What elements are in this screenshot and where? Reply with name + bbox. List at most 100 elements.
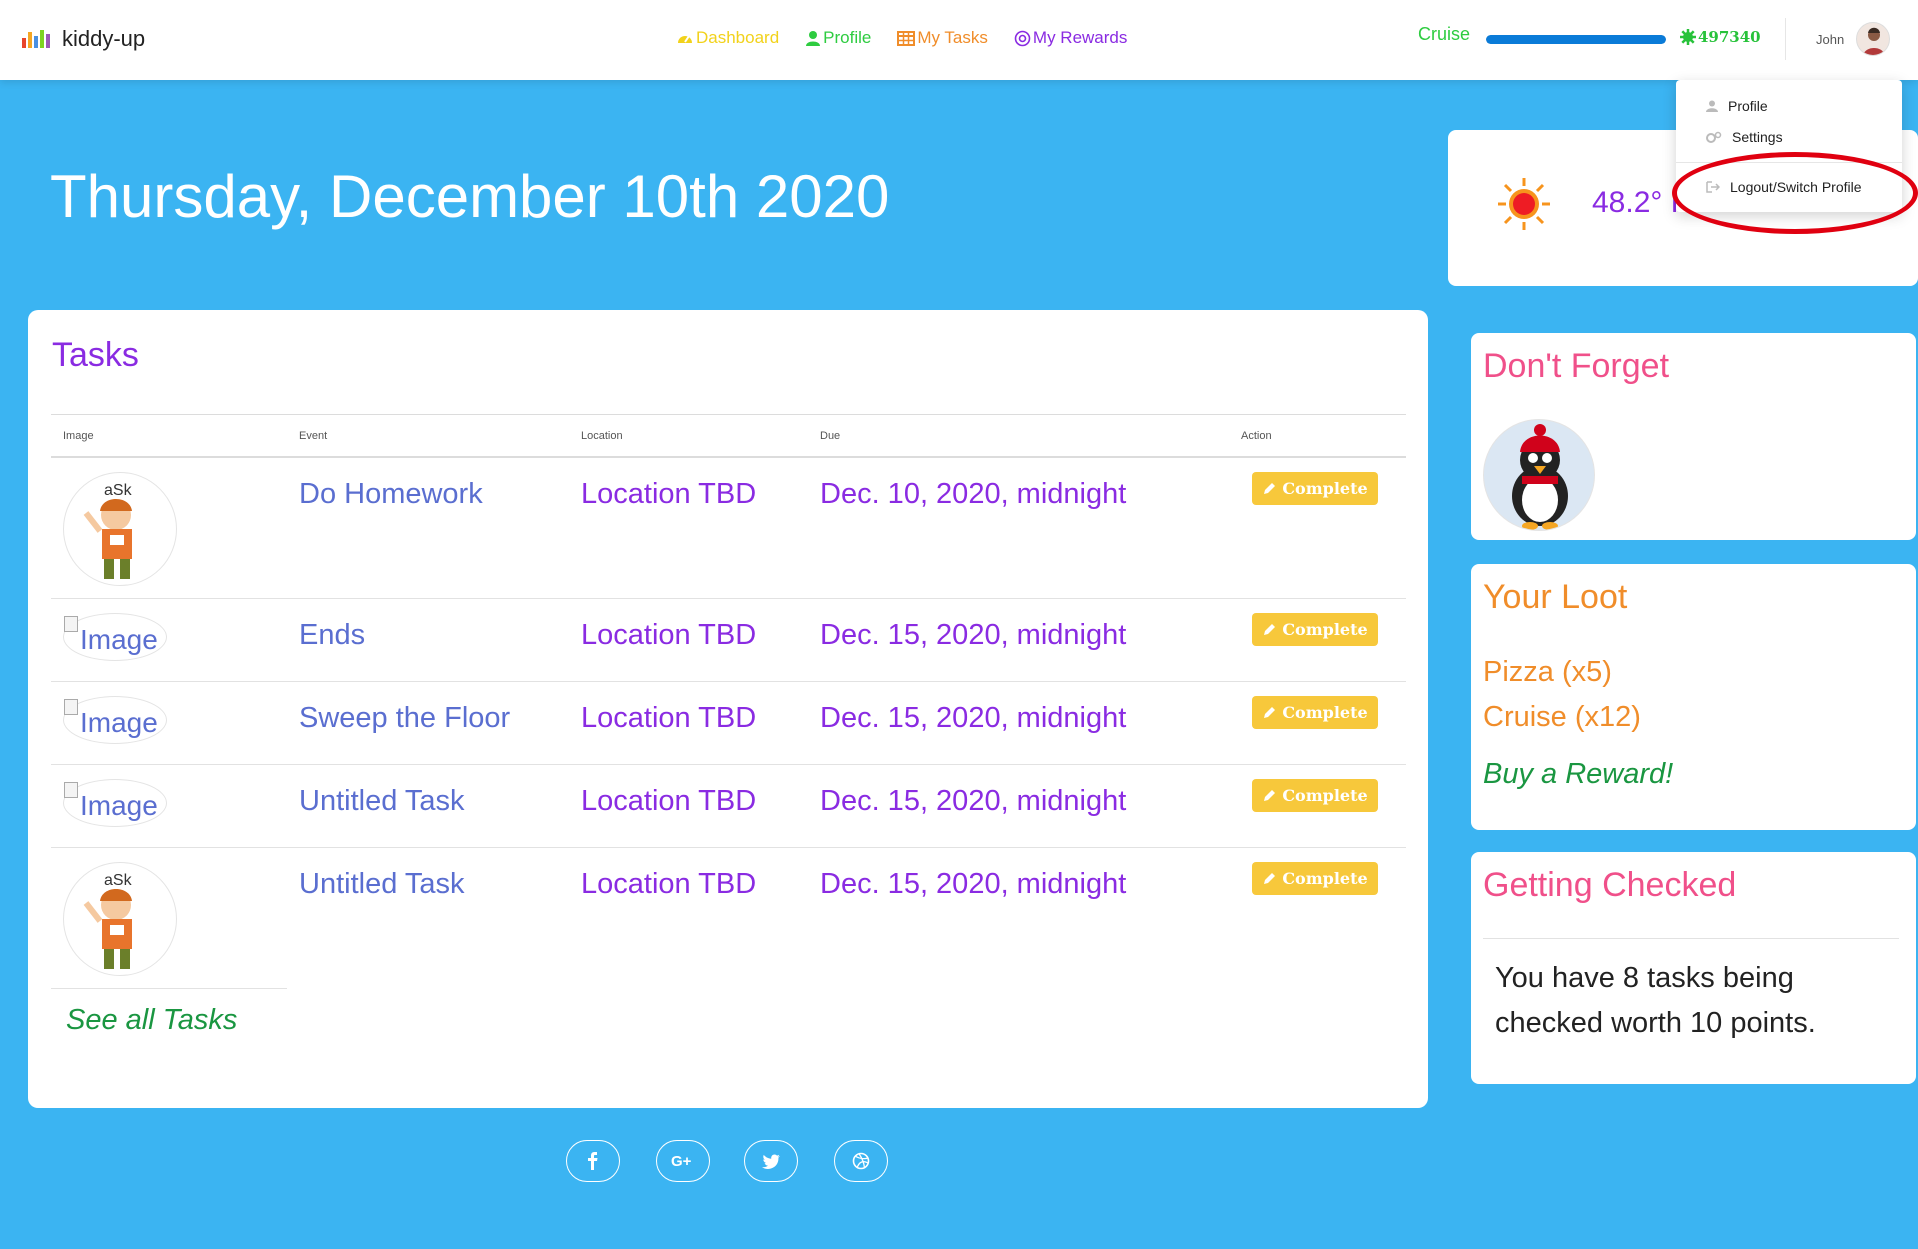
brand-name: kiddy-up [62, 26, 146, 51]
task-location: Location TBD [581, 478, 757, 510]
task-image-broken: Image [63, 779, 167, 827]
progress-fill [1486, 35, 1666, 44]
task-due: Dec. 15, 2020, midnight [820, 785, 1127, 817]
header-location: Location [581, 430, 623, 442]
task-event: Untitled Task [299, 868, 465, 900]
dropdown-settings[interactable]: Settings [1706, 129, 1783, 145]
facebook-button[interactable] [566, 1140, 620, 1182]
table-row: Image Ends Location TBD Dec. 15, 2020, m… [51, 599, 1406, 682]
buy-reward-link[interactable]: Buy a Reward! [1483, 758, 1673, 791]
task-due: Dec. 15, 2020, midnight [820, 702, 1127, 734]
tasks-table: Image Event Location Due Action aSk Do H… [51, 414, 1406, 986]
complete-button-label: Complete [1282, 479, 1368, 498]
image-alt-text: Image [80, 707, 158, 738]
points-display: 497340 [1680, 28, 1761, 46]
twitter-button[interactable] [744, 1140, 798, 1182]
complete-button[interactable]: Complete [1252, 696, 1378, 729]
task-event: Sweep the Floor [299, 702, 511, 734]
task-location: Location TBD [581, 868, 757, 900]
dont-forget-card: Don't Forget [1471, 333, 1916, 540]
loot-item: Pizza (x5) [1483, 656, 1612, 688]
complete-button[interactable]: Complete [1252, 613, 1378, 646]
header-image: Image [63, 430, 94, 442]
task-event: Untitled Task [299, 785, 465, 817]
user-icon [806, 31, 821, 46]
user-dropdown-menu: Profile Settings Logout/Switch Profile [1676, 80, 1902, 212]
brand-logo-icon [22, 30, 50, 48]
pencil-icon [1264, 706, 1276, 718]
complete-button[interactable]: Complete [1252, 472, 1378, 505]
table-row: aSk Do Homework Location TBD Dec. 10, 20… [51, 458, 1406, 599]
task-location: Location TBD [581, 619, 757, 651]
penguin-image [1483, 419, 1595, 531]
image-alt-text: Image [80, 790, 158, 821]
dropdown-profile[interactable]: Profile [1706, 98, 1768, 114]
getting-checked-text: You have 8 tasks being checked worth 10 … [1495, 962, 1816, 1039]
dashboard-icon [678, 35, 692, 43]
tasks-title: Tasks [52, 336, 139, 374]
task-location: Location TBD [581, 785, 757, 817]
points-value: 497340 [1698, 28, 1761, 46]
top-navbar: kiddy-up Dashboard Profile My Tasks My R… [0, 0, 1918, 80]
broken-image-icon [64, 616, 78, 632]
complete-button-label: Complete [1282, 786, 1368, 805]
nav-my-tasks-label: My Tasks [917, 28, 988, 47]
task-due: Dec. 15, 2020, midnight [820, 868, 1127, 900]
dribbble-button[interactable] [834, 1140, 888, 1182]
user-name[interactable]: John [1816, 32, 1844, 47]
google-plus-icon: G+ [671, 1153, 692, 1169]
getting-checked-divider [1483, 938, 1899, 939]
nav-my-rewards-label: My Rewards [1032, 28, 1128, 47]
nav-dashboard[interactable]: Dashboard [676, 28, 779, 48]
progress-bar [1486, 35, 1666, 44]
dropdown-divider [1676, 162, 1902, 163]
your-loot-card: Your Loot Pizza (x5) Cruise (x12) Buy a … [1471, 564, 1916, 830]
nav-profile-label: Profile [823, 28, 872, 47]
twitter-icon [762, 1154, 780, 1169]
pencil-icon [1264, 482, 1276, 494]
svg-text:aSk: aSk [104, 482, 133, 499]
nav-my-rewards[interactable]: My Rewards [1014, 28, 1127, 48]
task-due: Dec. 15, 2020, midnight [820, 619, 1127, 651]
task-event: Do Homework [299, 478, 483, 510]
your-loot-title: Your Loot [1483, 578, 1628, 616]
broken-image-icon [64, 782, 78, 798]
google-plus-button[interactable]: G+ [656, 1140, 710, 1182]
table-row: Image Sweep the Floor Location TBD Dec. … [51, 682, 1406, 765]
table-row: aSk Untitled Task Location TBD Dec. 15, … [51, 848, 1406, 986]
task-event: Ends [299, 619, 366, 651]
see-all-tasks-link[interactable]: See all Tasks [66, 1004, 237, 1037]
task-location: Location TBD [581, 702, 757, 734]
main-nav: Dashboard Profile My Tasks My Rewards [676, 28, 1127, 48]
complete-button[interactable]: Complete [1252, 862, 1378, 895]
nav-profile[interactable]: Profile [805, 28, 871, 48]
progress-label: Cruise [1418, 24, 1471, 44]
tasks-card: Tasks Image Event Location Due Action aS… [28, 310, 1428, 1108]
nav-dashboard-label: Dashboard [696, 28, 780, 47]
image-alt-text: Image [80, 624, 158, 655]
loot-item: Cruise (x12) [1483, 701, 1641, 733]
dribbble-icon [852, 1152, 870, 1170]
svg-text:G+: G+ [671, 1153, 692, 1169]
table-icon [897, 30, 916, 46]
brand[interactable]: kiddy-up [22, 26, 145, 52]
dont-forget-title: Don't Forget [1483, 347, 1670, 385]
dropdown-logout-label: Logout/Switch Profile [1730, 179, 1862, 195]
dropdown-logout[interactable]: Logout/Switch Profile [1706, 179, 1862, 195]
complete-button[interactable]: Complete [1252, 779, 1378, 812]
nav-my-tasks[interactable]: My Tasks [897, 28, 988, 48]
sign-out-icon [1706, 181, 1720, 193]
pencil-icon [1264, 623, 1276, 635]
facebook-icon [588, 1152, 598, 1170]
user-icon [1706, 100, 1718, 112]
date-title: Thursday, December 10th 2020 [50, 163, 890, 230]
task-due: Dec. 10, 2020, midnight [820, 478, 1127, 510]
task-image-broken: Image [63, 613, 167, 661]
pencil-icon [1264, 789, 1276, 801]
broken-image-icon [64, 699, 78, 715]
user-avatar[interactable] [1856, 22, 1890, 56]
header-action: Action [1241, 430, 1272, 442]
sun-icon [1498, 178, 1550, 230]
task-image-kid: aSk [63, 472, 177, 586]
task-image-broken: Image [63, 696, 167, 744]
